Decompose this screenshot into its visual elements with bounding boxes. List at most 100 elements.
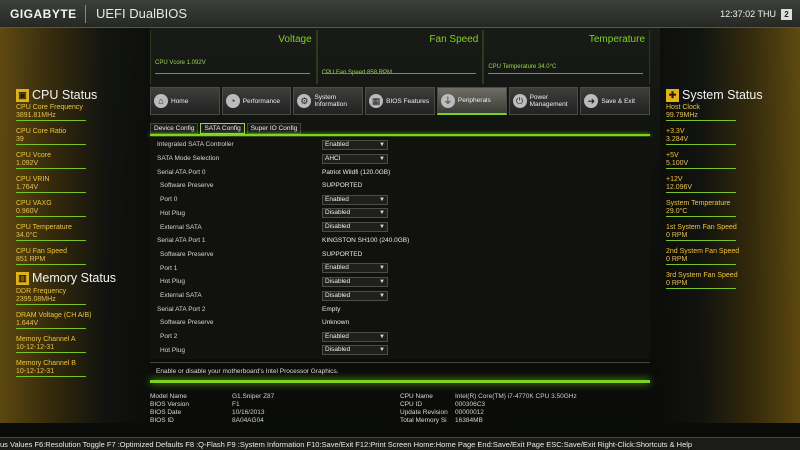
temperature-title: Temperature <box>588 34 646 45</box>
cpu-status-title: ▣ CPU Status <box>16 88 97 102</box>
memory-status-title: ▥ Memory Status <box>16 271 116 285</box>
chevron-down-icon: ▼ <box>379 224 385 231</box>
voltage-reading: CPU Vcore 1.092V <box>155 60 206 66</box>
settings-list: Integrated SATA Controller Enabled ▼ SATA… <box>150 137 650 359</box>
stat-5v: +5V 5.100V <box>666 152 736 169</box>
product-title: UEFI DualBIOS <box>96 6 188 21</box>
power-icon: ⏻ <box>512 94 527 108</box>
gauge-icon: ◔ <box>225 94 240 108</box>
info-total-memory: Total Memory Si 16384MB <box>400 417 483 424</box>
nav-power-management[interactable]: ⏻ Power Management <box>508 87 579 115</box>
brand-logo: GIGABYTE <box>10 7 77 21</box>
shortcut-text: us Values F6:Resolution Toggle F7 :Optim… <box>0 440 693 449</box>
dropdown[interactable]: Disabled ▼ <box>322 222 388 233</box>
stat-ddr-frequency: DDR Frequency 2395.08MHz <box>16 288 86 305</box>
setting-row[interactable]: Hot Plug Disabled ▼ <box>150 207 650 221</box>
voltage-graph-line <box>155 73 310 74</box>
stat-host-clock: Host Clock 99.79MHz <box>666 104 736 121</box>
fanspeed-title: Fan Speed <box>429 34 479 45</box>
setting-row[interactable]: Hot Plug Disabled ▼ <box>150 275 650 289</box>
stat-dram-voltage: DRAM Voltage (CH A/B) 1.644V <box>16 312 92 329</box>
chevron-down-icon: ▼ <box>379 292 385 299</box>
shortcut-bar: us Values F6:Resolution Toggle F7 :Optim… <box>0 437 800 450</box>
setting-row[interactable]: Port 2 Enabled ▼ <box>150 330 650 344</box>
nav-bios-features[interactable]: ▦ BIOS Features <box>365 87 435 115</box>
brand-divider <box>85 5 86 23</box>
help-text: Enable or disable your motherboard's Int… <box>156 368 339 375</box>
chevron-down-icon: ▼ <box>379 210 385 217</box>
temperature-graph-line <box>488 73 644 74</box>
stat-12v: +12V 12.096V <box>666 176 736 193</box>
nav-save-exit[interactable]: ➜ Save & Exit <box>580 87 651 115</box>
stat-cpu-vaxg: CPU VAXG 0.960V <box>16 200 86 217</box>
dropdown[interactable]: Enabled ▼ <box>322 139 388 150</box>
chevron-down-icon: ▼ <box>379 265 385 272</box>
exit-icon: ➜ <box>584 94 599 108</box>
system-status-title: ✚ System Status <box>666 88 763 102</box>
stat-3v3: +3.3V 3.284V <box>666 128 736 145</box>
dropdown[interactable]: Enabled ▼ <box>322 263 388 274</box>
stat-cpu-fan-speed: CPU Fan Speed 851 RPM <box>16 248 86 265</box>
setting-row[interactable]: Integrated SATA Controller Enabled ▼ <box>150 138 650 152</box>
chip-icon: ▦ <box>369 94 384 108</box>
info-cpu-id: CPU ID 000306C3 <box>400 401 485 408</box>
nav-peripherals[interactable]: ⏚ Peripherals <box>436 87 507 115</box>
setting-row: Software Preserve SUPPORTED <box>160 182 363 190</box>
tab-super-io-config[interactable]: Super IO Config <box>246 123 302 134</box>
setting-row: Software Preserve Unknown <box>160 319 350 327</box>
fanspeed-graph-line <box>321 73 477 74</box>
info-bios-id: BIOS ID 8A04AG04 <box>150 417 264 424</box>
temperature-monitor[interactable]: Temperature CPU Temperature 34.0°C <box>483 30 651 84</box>
monitor-strip: Voltage CPU Vcore 1.092V Fan Speed CPU F… <box>150 30 651 84</box>
stat-system-temperature: System Temperature 29.0°C <box>666 200 736 217</box>
cpu-icon: ▣ <box>16 88 29 102</box>
tab-underline <box>150 134 650 136</box>
dropdown[interactable]: Disabled ▼ <box>322 345 388 356</box>
fanspeed-monitor[interactable]: Fan Speed CPU Fan Speed 858 RPM <box>316 30 484 84</box>
setting-row: Serial ATA Port 1 KINGSTON SH100 (240.0G… <box>157 237 410 245</box>
setting-row[interactable]: Port 0 Enabled ▼ <box>150 193 650 207</box>
tab-sata-config[interactable]: SATA Config <box>200 123 245 134</box>
setting-row[interactable]: External SATA Disabled ▼ <box>150 220 650 234</box>
setting-row[interactable]: External SATA Disabled ▼ <box>150 289 650 303</box>
nav-performance[interactable]: ◔ Performance <box>221 87 292 115</box>
stat-cpu-core-frequency: CPU Core Frequency 3891.81MHz <box>16 104 86 121</box>
chevron-down-icon: ▼ <box>379 347 385 354</box>
dropdown[interactable]: Enabled ▼ <box>322 194 388 205</box>
dropdown[interactable]: Enabled ▼ <box>322 331 388 342</box>
sub-tabs: Device Config SATA Config Super IO Confi… <box>150 123 302 134</box>
voltage-monitor[interactable]: Voltage CPU Vcore 1.092V <box>150 30 317 84</box>
stat-cpu-vcore: CPU Vcore 1.092V <box>16 152 86 169</box>
dropdown[interactable]: Disabled ▼ <box>322 290 388 301</box>
top-bar: GIGABYTE UEFI DualBIOS 12:37:02 THU 2 <box>0 0 800 28</box>
setting-row[interactable]: SATA Mode Selection AHCI ▼ <box>150 152 650 166</box>
info-cpu-name: CPU Name Intel(R) Core(TM) i7-4770K CPU 3… <box>400 393 577 400</box>
gear-icon: ⚙ <box>297 94 312 108</box>
nav-system-information[interactable]: ⚙ System Information <box>293 87 364 115</box>
tab-device-config[interactable]: Device Config <box>150 123 199 134</box>
stat-sys-fan-1: 1st System Fan Speed 0 RPM <box>666 224 737 241</box>
dropdown[interactable]: Disabled ▼ <box>322 276 388 287</box>
dropdown[interactable]: Disabled ▼ <box>322 208 388 219</box>
dropdown[interactable]: AHCI ▼ <box>322 153 388 164</box>
setting-row: Software Preserve SUPPORTED <box>160 250 363 258</box>
help-glow <box>150 380 650 383</box>
plug-icon: ⏚ <box>440 93 455 108</box>
stat-sys-fan-2: 2nd System Fan Speed 0 RPM <box>666 248 740 265</box>
chevron-down-icon: ▼ <box>379 196 385 203</box>
info-bios-version: BIOS Version F1 <box>150 401 240 408</box>
stat-cpu-temperature: CPU Temperature 34.0°C <box>16 224 86 241</box>
chevron-down-icon: ▼ <box>379 333 385 340</box>
setting-row[interactable]: Port 1 Enabled ▼ <box>150 261 650 275</box>
stat-cpu-core-ratio: CPU Core Ratio 39 <box>16 128 86 145</box>
setting-row: Serial ATA Port 0 Patriot Wildfi (120.0G… <box>157 168 391 176</box>
info-update-revision: Update Revision 00000012 <box>400 409 484 416</box>
stat-memory-channel-a: Memory Channel A 10-12-12-31 <box>16 336 86 353</box>
system-icon: ✚ <box>666 88 679 102</box>
nav-home[interactable]: ⌂ Home <box>150 87 220 115</box>
date-badge: 2 <box>781 9 792 20</box>
main-nav: ⌂ Home ◔ Performance ⚙ System Informatio… <box>150 87 651 115</box>
info-model-name: Model Name G1.Sniper Z87 <box>150 393 275 400</box>
home-icon: ⌂ <box>154 94 168 108</box>
setting-row[interactable]: Hot Plug Disabled ▼ <box>150 344 650 358</box>
